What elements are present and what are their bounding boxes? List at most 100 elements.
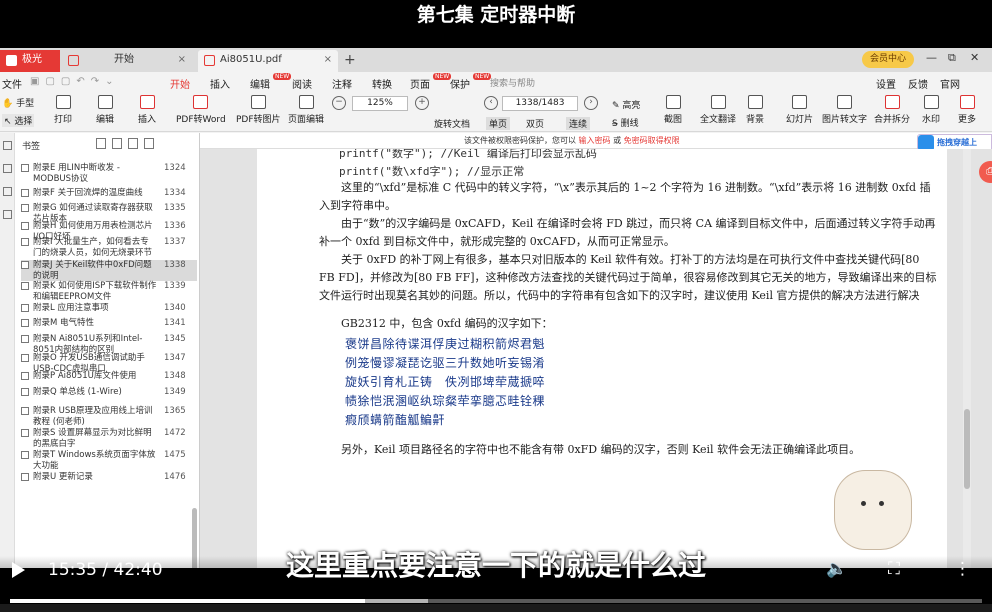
insert-button[interactable]: 插入	[138, 95, 156, 125]
expand-toggle-icon[interactable]	[21, 164, 29, 172]
tab-document[interactable]: Ai8051U.pdf ×	[198, 50, 338, 72]
bookmark-item[interactable]: 附录L 应用注意事项 1340	[21, 303, 197, 318]
pdf-to-word-button[interactable]: PDF转Word	[176, 95, 226, 125]
expand-toggle-icon[interactable]	[21, 354, 29, 362]
bookmark-item[interactable]: 附录Q 单总线 (1-Wire) 1349	[21, 387, 197, 406]
double-page-mode[interactable]: 双页	[526, 117, 544, 130]
menu-item[interactable]: 保护	[450, 76, 470, 91]
prev-page-button[interactable]: ‹	[484, 96, 498, 110]
expand-toggle-icon[interactable]	[21, 335, 29, 343]
ocr-button[interactable]: 图片转文字	[822, 95, 867, 125]
expand-icon[interactable]	[96, 138, 106, 149]
pdf-to-image-button[interactable]: PDF转图片	[236, 95, 281, 125]
scroll-thumb[interactable]	[964, 409, 970, 489]
hand-tool[interactable]: ✋ 手型	[2, 96, 34, 109]
search-help-input[interactable]: 搜索与帮助	[490, 76, 535, 89]
new-tab-button[interactable]: +	[344, 52, 356, 68]
bookmark-item[interactable]: 附录J 关于Keil软件中0xFD问题的说明 1338	[21, 260, 197, 281]
expand-toggle-icon[interactable]	[21, 319, 29, 327]
expand-toggle-icon[interactable]	[21, 388, 29, 396]
menu-item[interactable]: 注释	[332, 76, 352, 91]
merge-split-button[interactable]: 合并拆分	[874, 95, 910, 125]
menu-feedback[interactable]: 反馈	[908, 76, 928, 91]
strikeout-button[interactable]: S̶ 删线	[612, 116, 639, 129]
expand-toggle-icon[interactable]	[21, 282, 29, 290]
expand-toggle-icon[interactable]	[21, 204, 29, 212]
slideshow-button[interactable]: 幻灯片	[786, 95, 813, 125]
volume-icon[interactable]: 🔈	[826, 559, 847, 579]
bookmark-item[interactable]: 附录R USB原理及应用线上培训教程 (何老师) 1365	[21, 406, 197, 428]
menu-item[interactable]: 插入	[210, 76, 230, 91]
expand-toggle-icon[interactable]	[21, 261, 29, 269]
comment-icon[interactable]	[2, 187, 12, 196]
bookmark-item[interactable]: 附录K 如何使用ISP下载软件制作和编辑EEPROM文件 1339	[21, 281, 197, 303]
watermark-button[interactable]: 水印	[922, 95, 940, 125]
expand-toggle-icon[interactable]	[21, 429, 29, 437]
vip-center-button[interactable]: 会员中心	[862, 51, 914, 68]
page-number-input[interactable]: 1338/1483	[502, 96, 578, 111]
delete-bookmark-icon[interactable]	[144, 138, 154, 149]
zoom-out-button[interactable]: −	[332, 96, 346, 110]
bookmark-item[interactable]: 附录I 大批量生产，如何看去专门的烧录人员，如何无烧录环节 1337	[21, 237, 197, 260]
minimize-button[interactable]: —	[926, 51, 937, 64]
close-window-button[interactable]: ✕	[970, 51, 979, 64]
screenshot-button[interactable]: 截图	[664, 95, 682, 125]
menu-file[interactable]: 文件	[2, 76, 22, 91]
expand-toggle-icon[interactable]	[21, 407, 29, 415]
bookmark-item[interactable]: 附录O 开发USB通信调试助手USB-CDC虚拟串口 1347	[21, 353, 197, 374]
page-edit-button[interactable]: 页面编辑	[288, 95, 324, 125]
translate-button[interactable]: 全文翻译	[700, 95, 736, 125]
menu-item[interactable]: 页面	[410, 76, 430, 91]
background-button[interactable]: 背景	[746, 95, 764, 125]
zoom-select[interactable]: 125%	[352, 96, 408, 111]
bookmark-item[interactable]: 附录N Ai8051U系列和Intel-8051内部结构的区别 1345	[21, 334, 197, 355]
enter-password-link[interactable]: 输入密码	[579, 136, 611, 145]
progress-bar[interactable]	[10, 599, 982, 603]
expand-toggle-icon[interactable]	[21, 222, 29, 230]
select-tool[interactable]: ↖ 选择	[2, 114, 35, 127]
fullscreen-icon[interactable]: ⛶	[888, 559, 900, 579]
next-page-button[interactable]: ›	[584, 96, 598, 110]
bookmark-item[interactable]: 附录P Ai8051U库文件使用 1348	[21, 371, 197, 387]
bookmark-item[interactable]: 附录S 设置屏幕显示为对比鲜明的黑底白字 1472	[21, 428, 197, 450]
edit-button[interactable]: 编辑	[96, 95, 114, 125]
document-scrollbar[interactable]	[963, 149, 971, 568]
expand-toggle-icon[interactable]	[21, 189, 29, 197]
bookmark-item[interactable]: 附录F 关于回流焊的温度曲线 1334	[21, 188, 197, 203]
rotate-button[interactable]: 旋转文档	[434, 117, 470, 130]
get-permission-link[interactable]: 免密码取得权限	[624, 136, 680, 145]
menu-settings[interactable]: 设置	[876, 76, 896, 91]
menu-item[interactable]: 阅读	[292, 76, 312, 91]
menu-website[interactable]: 官网	[940, 76, 960, 91]
highlight-button[interactable]: ✎ 高亮	[612, 98, 640, 111]
print-button[interactable]: 打印	[54, 95, 72, 125]
tab-start[interactable]: 开始 ×	[62, 50, 192, 72]
bookmark-item[interactable]: 附录G 如何通过读取寄存器获取芯片版本 1335	[21, 203, 197, 224]
continuous-mode[interactable]: 连续	[566, 117, 591, 130]
expand-toggle-icon[interactable]	[21, 473, 29, 481]
expand-toggle-icon[interactable]	[21, 372, 29, 380]
collapse-icon[interactable]	[112, 138, 122, 149]
bookmark-item[interactable]: 附录U 更新记录 1476	[21, 472, 197, 486]
attachment-icon[interactable]	[2, 210, 12, 219]
expand-toggle-icon[interactable]	[21, 451, 29, 459]
zoom-in-button[interactable]: +	[415, 96, 429, 110]
bookmark-item[interactable]: 附录H 如何使用万用表检测芯片I/O口好坏 1336	[21, 221, 197, 242]
menu-item[interactable]: 编辑	[250, 76, 270, 91]
more-button[interactable]: 更多	[958, 95, 976, 125]
single-page-mode[interactable]: 单页	[486, 117, 511, 130]
bookmark-item[interactable]: 附录T Windows系统页面字体放大功能 1475	[21, 450, 197, 472]
add-bookmark-icon[interactable]	[128, 138, 138, 149]
bookmark-item[interactable]: 附录M 电气特性 1341	[21, 318, 197, 334]
restore-button[interactable]: ⧉	[948, 51, 956, 65]
close-icon[interactable]: ×	[324, 50, 332, 70]
more-options-icon[interactable]: ⋮	[954, 559, 971, 579]
tab-app-home[interactable]: 极光PDF	[0, 50, 60, 85]
close-icon[interactable]: ×	[178, 50, 186, 70]
bookmark-item[interactable]: 附录E 用LIN中断收发 - MODBUS协议 1324	[21, 163, 197, 188]
play-button[interactable]	[12, 562, 25, 578]
menu-item[interactable]: 转换	[372, 76, 392, 91]
thumbnail-icon[interactable]	[2, 164, 12, 173]
bookmark-icon[interactable]	[2, 141, 12, 150]
expand-toggle-icon[interactable]	[21, 304, 29, 312]
